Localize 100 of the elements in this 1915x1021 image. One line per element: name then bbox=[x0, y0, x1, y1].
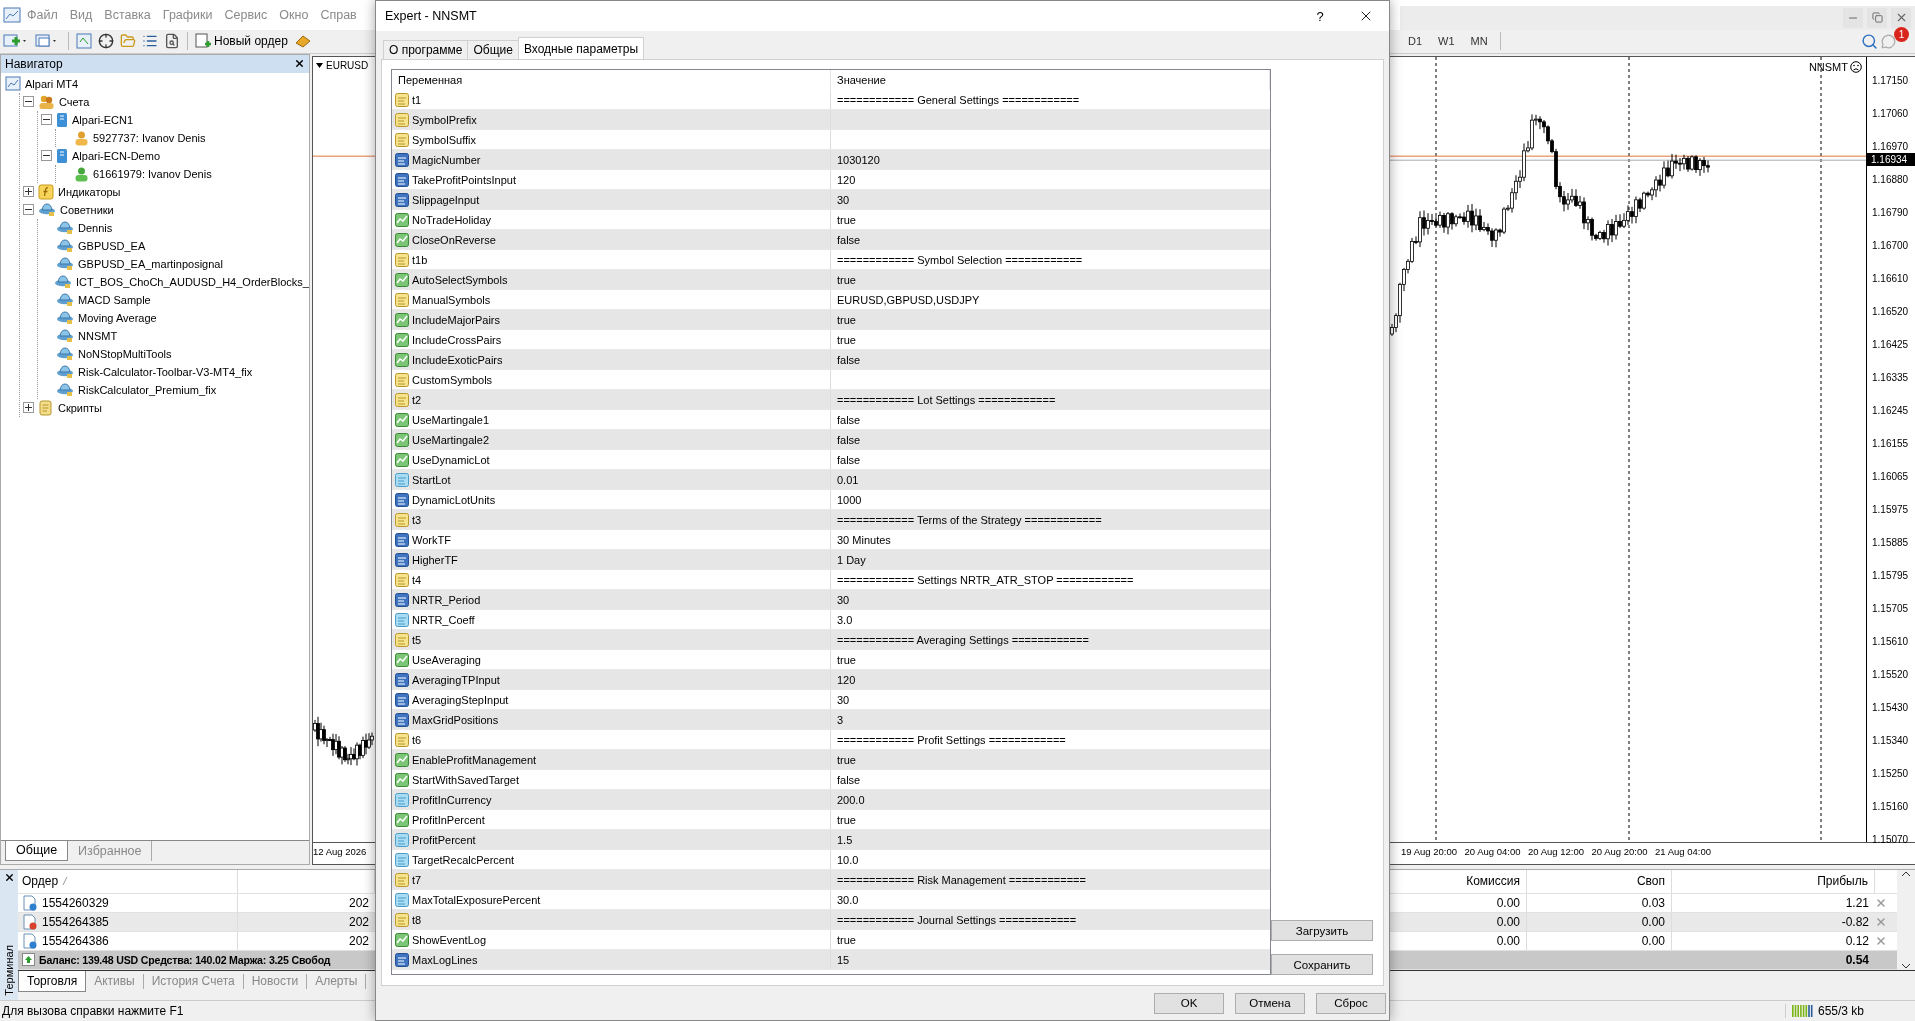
tab[interactable]: Входные параметры bbox=[517, 37, 645, 59]
menu-item[interactable]: Вид bbox=[63, 7, 99, 22]
parameter-value[interactable]: 200.0 bbox=[831, 790, 1270, 809]
tree-item[interactable]: GBPUSD_EA_martinposignal bbox=[78, 257, 223, 270]
menu-item[interactable]: Справ bbox=[314, 7, 363, 22]
parameter-value[interactable]: ============ Settings NRTR_ATR_STOP ============ bbox=[831, 570, 1270, 589]
tree-item[interactable]: ICT_BOS_ChoCh_AUDUSD_H4_OrderBlocks_ bbox=[76, 275, 309, 288]
tree-item[interactable]: NNSMT bbox=[78, 329, 118, 342]
parameter-value[interactable]: true bbox=[831, 810, 1270, 829]
tree-item[interactable]: Индикаторы bbox=[58, 185, 121, 198]
parameter-value[interactable]: true bbox=[831, 650, 1270, 669]
column-header[interactable]: Своп bbox=[1527, 869, 1672, 893]
timeframe-button[interactable]: MN bbox=[1462, 35, 1496, 48]
restore-button[interactable] bbox=[1867, 7, 1887, 28]
parameter-value[interactable]: false bbox=[831, 430, 1270, 449]
parameter-value[interactable]: false bbox=[831, 450, 1270, 469]
scroll-down-icon[interactable] bbox=[1901, 961, 1911, 970]
parameter-value[interactable]: false bbox=[831, 350, 1270, 369]
parameter-value[interactable]: 30 bbox=[831, 690, 1270, 709]
close-icon[interactable] bbox=[294, 58, 305, 70]
parameter-name: TakeProfitPointsInput bbox=[412, 173, 516, 186]
parameter-value[interactable]: true bbox=[831, 930, 1270, 949]
parameter-value[interactable]: 3 bbox=[831, 710, 1270, 729]
table-cell-text: -0.82 bbox=[1840, 913, 1870, 931]
parameter-value[interactable]: ============ Symbol Selection ============ bbox=[831, 250, 1270, 269]
parameter-value[interactable]: 30 bbox=[831, 190, 1270, 209]
dialog-button[interactable]: Отмена bbox=[1235, 992, 1305, 1014]
parameter-value[interactable]: ============ Profit Settings ============ bbox=[831, 730, 1270, 749]
parameter-value[interactable]: ============ Journal Settings ============ bbox=[831, 910, 1270, 929]
menu-item[interactable]: Вставка bbox=[98, 7, 157, 22]
dialog-button[interactable]: OK bbox=[1154, 992, 1224, 1014]
tree-item[interactable]: Dennis bbox=[78, 221, 113, 234]
menu-item[interactable]: Сервис bbox=[218, 7, 274, 22]
close-icon[interactable] bbox=[3, 871, 15, 883]
column-header[interactable]: Ордер bbox=[22, 874, 59, 889]
menu-item[interactable]: Файл bbox=[21, 7, 64, 22]
tree-item[interactable]: GBPUSD_EA bbox=[78, 239, 146, 252]
tree-item[interactable]: Alpari-ECN1 bbox=[72, 113, 134, 126]
tree-toggle[interactable] bbox=[23, 204, 34, 216]
tree-item[interactable]: Советники bbox=[60, 203, 114, 216]
dialog-button[interactable]: Сохранить bbox=[1271, 954, 1373, 975]
parameter-value[interactable]: 30.0 bbox=[831, 890, 1270, 909]
parameter-value[interactable]: 15 bbox=[831, 950, 1270, 969]
tree-toggle[interactable] bbox=[41, 150, 52, 162]
menu-item[interactable]: Графики bbox=[156, 7, 219, 22]
parameter-value[interactable]: 1030120 bbox=[831, 150, 1270, 169]
parameter-value[interactable]: ============ Averaging Settings ============ bbox=[831, 630, 1270, 649]
parameter-value[interactable]: 30 bbox=[831, 590, 1270, 609]
tab[interactable]: Общие bbox=[467, 40, 519, 59]
column-header[interactable]: Прибыль bbox=[1672, 869, 1875, 893]
parameter-value[interactable]: 3.0 bbox=[831, 610, 1270, 629]
parameter-value[interactable]: true bbox=[831, 330, 1270, 349]
tree-item[interactable]: 5927737: Ivanov Denis bbox=[93, 131, 206, 144]
dialog-button[interactable]: Загрузить bbox=[1271, 920, 1373, 941]
tree-item[interactable]: Moving Average bbox=[78, 311, 157, 324]
menu-item[interactable]: Окно bbox=[273, 7, 315, 22]
parameter-value[interactable]: true bbox=[831, 270, 1270, 289]
parameter-value[interactable]: 1 Day bbox=[831, 550, 1270, 569]
timeframe-button[interactable]: W1 bbox=[1430, 35, 1463, 48]
parameter-value[interactable]: 120 bbox=[831, 170, 1270, 189]
parameter-value[interactable]: ============ Lot Settings ============ bbox=[831, 390, 1270, 409]
tab[interactable]: Общие bbox=[5, 840, 69, 861]
parameter-value[interactable]: ============ General Settings ============ bbox=[831, 90, 1270, 109]
tree-item[interactable]: Risk-Calculator-Toolbar-V3-MT4_fix bbox=[78, 365, 253, 378]
parameter-value[interactable]: 1000 bbox=[831, 490, 1270, 509]
tree-item[interactable]: Скрипты bbox=[58, 401, 102, 414]
tree-item[interactable]: RiskCalculator_Premium_fix bbox=[78, 383, 217, 396]
tree-item[interactable]: NoNStopMultiTools bbox=[78, 347, 172, 360]
parameter-value[interactable]: ============ Terms of the Strategy ============ bbox=[831, 510, 1270, 529]
parameter-value[interactable]: true bbox=[831, 210, 1270, 229]
parameter-value[interactable]: 1.5 bbox=[831, 830, 1270, 849]
tree-toggle[interactable] bbox=[23, 402, 34, 414]
dialog-button[interactable]: Сброс bbox=[1316, 992, 1386, 1014]
tree-item[interactable]: Alpari MT4 bbox=[25, 77, 79, 90]
parameter-value[interactable]: 120 bbox=[831, 670, 1270, 689]
parameter-value[interactable]: EURUSD,GBPUSD,USDJPY bbox=[831, 290, 1270, 309]
new-order-button[interactable]: Новый ордер bbox=[192, 30, 291, 53]
parameter-value[interactable]: false bbox=[831, 770, 1270, 789]
parameter-value[interactable]: false bbox=[831, 410, 1270, 429]
tree-toggle[interactable] bbox=[23, 96, 34, 108]
help-button[interactable]: ? bbox=[1297, 2, 1343, 30]
tree-item[interactable]: Alpari-ECN-Demo bbox=[72, 149, 161, 162]
tab[interactable]: О программе bbox=[383, 40, 469, 59]
string-type-icon bbox=[395, 112, 409, 127]
tab[interactable]: Торговля bbox=[18, 970, 87, 992]
parameter-value[interactable]: 0.01 bbox=[831, 470, 1270, 489]
parameter-value[interactable]: 10.0 bbox=[831, 850, 1270, 869]
parameter-value[interactable]: ============ Risk Management ============ bbox=[831, 870, 1270, 889]
timeframe-button[interactable]: D1 bbox=[1400, 35, 1431, 48]
tree-item[interactable]: Счета bbox=[59, 95, 90, 108]
tree-toggle[interactable] bbox=[23, 186, 34, 198]
parameter-value[interactable]: 30 Minutes bbox=[831, 530, 1270, 549]
parameter-value[interactable]: false bbox=[831, 230, 1270, 249]
scroll-up-icon[interactable] bbox=[1901, 869, 1911, 878]
tree-toggle[interactable] bbox=[41, 114, 52, 126]
parameter-value[interactable]: true bbox=[831, 750, 1270, 769]
parameter-value[interactable]: true bbox=[831, 310, 1270, 329]
close-button[interactable] bbox=[1891, 7, 1911, 28]
tree-item[interactable]: MACD Sample bbox=[78, 293, 151, 306]
tree-item[interactable]: 61661979: Ivanov Denis bbox=[93, 167, 212, 180]
